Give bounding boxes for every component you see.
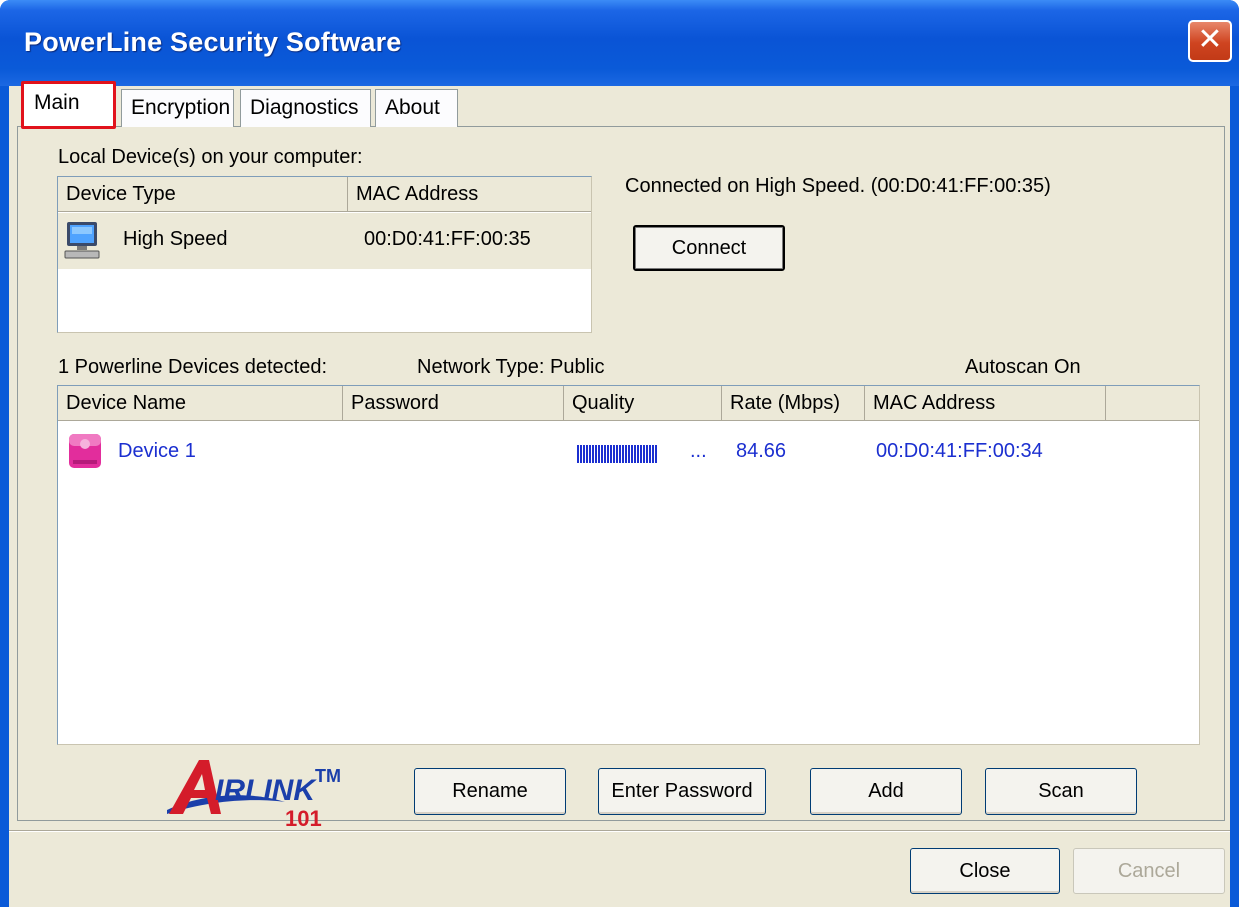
quality-tick	[592, 445, 594, 463]
quality-tick	[598, 445, 600, 463]
quality-tick	[655, 445, 657, 463]
mac-address-cell: 00:D0:41:FF:00:34	[876, 440, 1043, 462]
quality-tick	[628, 445, 630, 463]
logo-number: 101	[285, 806, 322, 831]
quality-tick	[583, 445, 585, 463]
quality-tick	[616, 445, 618, 463]
quality-bar	[577, 445, 657, 463]
computer-icon	[64, 222, 100, 259]
column-header-device-type[interactable]: Device Type	[58, 177, 348, 212]
quality-tick	[625, 445, 627, 463]
add-button[interactable]: Add	[810, 768, 962, 815]
autoscan-status: Autoscan On	[965, 356, 1081, 378]
logo-text: IRLINK	[215, 774, 315, 807]
quality-tick	[610, 445, 612, 463]
local-devices-list[interactable]: Device Type MAC Address High Speed 00:D0…	[57, 176, 592, 333]
quality-tick	[646, 445, 648, 463]
column-header-password[interactable]: Password	[343, 386, 564, 421]
tab-encryption[interactable]: Encryption	[121, 89, 234, 127]
quality-tick	[649, 445, 651, 463]
device-type-cell: High Speed	[123, 228, 228, 250]
mac-address-cell: 00:D0:41:FF:00:35	[364, 228, 531, 250]
quality-tick	[607, 445, 609, 463]
quality-tick	[640, 445, 642, 463]
rate-cell: 84.66	[736, 440, 787, 462]
scan-button[interactable]: Scan	[985, 768, 1137, 815]
close-window-button[interactable]: ✕	[1188, 20, 1232, 62]
quality-tick	[643, 445, 645, 463]
column-header-device-name[interactable]: Device Name	[58, 386, 343, 421]
quality-tick	[580, 445, 582, 463]
quality-tick	[637, 445, 639, 463]
devices-detected-label: 1 Powerline Devices detected:	[58, 356, 328, 378]
logo-trademark: TM	[315, 766, 341, 786]
quality-tick	[586, 445, 588, 463]
window-title: PowerLine Security Software	[24, 27, 402, 57]
quality-tick	[595, 445, 597, 463]
powerline-devices-list[interactable]: Device Name Password Quality Rate (Mbps)…	[57, 385, 1200, 745]
tab-diagnostics[interactable]: Diagnostics	[240, 89, 371, 127]
cancel-button[interactable]: Cancel	[1073, 848, 1225, 894]
network-type-label: Network Type: Public	[417, 356, 605, 378]
close-button[interactable]: Close	[910, 848, 1060, 894]
quality-tick	[631, 445, 633, 463]
column-header-mac-address[interactable]: MAC Address	[865, 386, 1106, 421]
quality-tick	[622, 445, 624, 463]
column-header-rate[interactable]: Rate (Mbps)	[722, 386, 865, 421]
local-devices-label: Local Device(s) on your computer:	[58, 146, 363, 168]
quality-tick	[613, 445, 615, 463]
quality-tick	[652, 445, 654, 463]
quality-tick	[601, 445, 603, 463]
list-item[interactable]: High Speed 00:D0:41:FF:00:35	[58, 213, 591, 269]
device-name-cell: Device 1	[118, 440, 196, 462]
connection-status: Connected on High Speed. (00:D0:41:FF:00…	[625, 175, 1051, 197]
table-row[interactable]: Device 1 ... 84.66 00:D0:41:FF:00:34	[58, 432, 1199, 474]
column-header-quality[interactable]: Quality	[564, 386, 722, 421]
connect-button[interactable]: Connect	[633, 225, 785, 271]
quality-tick	[604, 445, 606, 463]
enter-password-button[interactable]: Enter Password	[598, 768, 766, 815]
quality-ellipsis: ...	[690, 440, 707, 462]
divider	[9, 830, 1230, 832]
quality-tick	[619, 445, 621, 463]
quality-tick	[634, 445, 636, 463]
rename-button[interactable]: Rename	[414, 768, 566, 815]
tab-about[interactable]: About	[375, 89, 458, 127]
airlink-logo: IRLINK TM 101	[165, 752, 375, 831]
quality-tick	[577, 445, 579, 463]
powerline-adapter-icon	[69, 434, 101, 468]
column-header-mac-address[interactable]: MAC Address	[348, 177, 591, 212]
tab-main[interactable]: Main	[21, 81, 116, 129]
quality-tick	[589, 445, 591, 463]
column-header-empty	[1106, 386, 1199, 421]
title-bar[interactable]: PowerLine Security Software ✕	[0, 0, 1239, 86]
